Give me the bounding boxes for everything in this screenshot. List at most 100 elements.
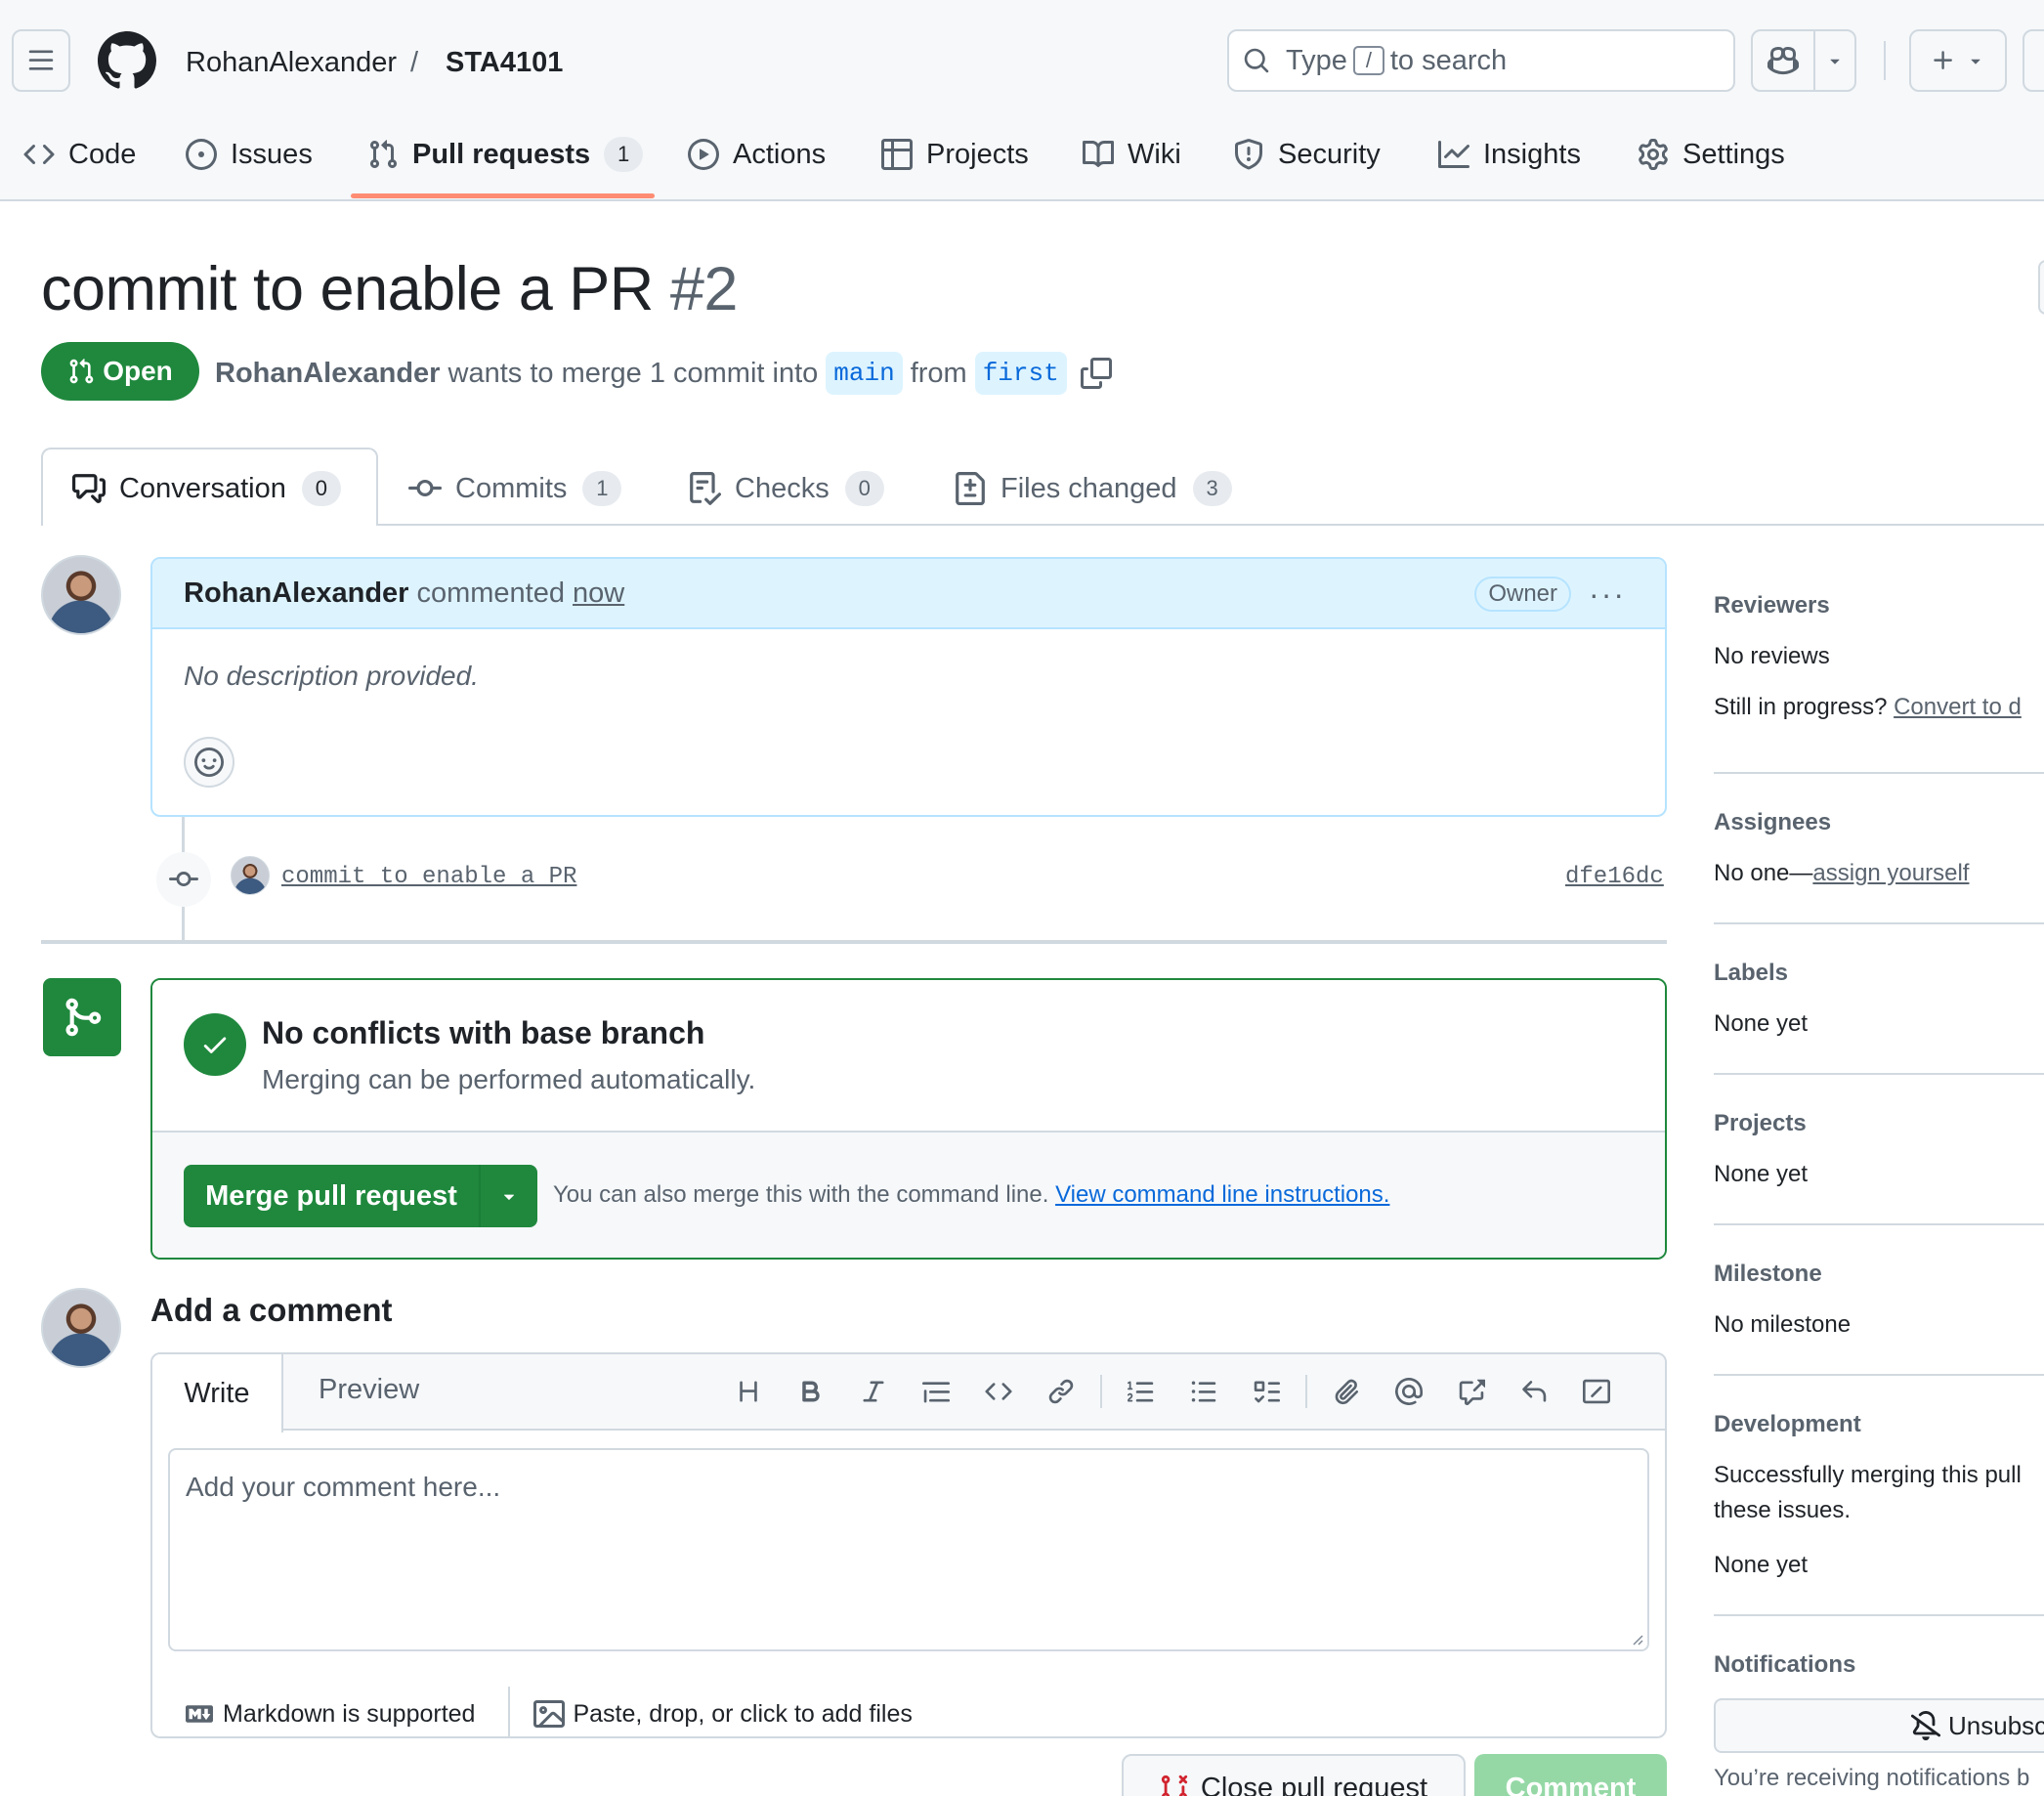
assignees-none: No one— — [1714, 860, 1813, 886]
saved-reply-button[interactable] — [1503, 1372, 1565, 1411]
pr-number: #2 — [669, 255, 739, 323]
code-button[interactable] — [967, 1372, 1030, 1411]
assign-yourself-link[interactable]: assign yourself — [1812, 860, 1969, 886]
tab-insights[interactable]: Insights — [1438, 127, 1581, 182]
resize-handle-icon[interactable] — [1628, 1630, 1643, 1646]
menu-button[interactable] — [12, 29, 70, 92]
tab-wiki-label: Wiki — [1128, 138, 1181, 170]
link-button[interactable] — [1030, 1372, 1092, 1411]
base-branch[interactable]: main — [826, 352, 903, 395]
breadcrumb-owner[interactable]: RohanAlexander — [186, 43, 397, 82]
create-new-button[interactable] — [1909, 29, 2007, 92]
development-text-line1: Successfully merging this pull — [1714, 1462, 2022, 1488]
copilot-icon — [1767, 46, 1799, 75]
comment-timestamp[interactable]: now — [573, 577, 624, 610]
merge-method-dropdown[interactable] — [479, 1165, 537, 1227]
triangle-down-icon — [1971, 59, 1980, 64]
tab-settings[interactable]: Settings — [1638, 127, 1785, 182]
commit-timeline-badge — [156, 852, 211, 907]
tab-conversation-label: Conversation — [119, 472, 286, 504]
reference-button[interactable] — [1440, 1372, 1503, 1411]
tab-projects[interactable]: Projects — [881, 127, 1029, 182]
tab-commits-label: Commits — [455, 472, 568, 504]
tab-preview[interactable]: Preview — [319, 1374, 419, 1406]
search-prefix: Type — [1286, 44, 1347, 76]
tab-files-changed[interactable]: Files changed 3 — [954, 467, 1232, 510]
tab-code[interactable]: Code — [23, 127, 136, 182]
slash-command-button[interactable] — [1565, 1372, 1628, 1411]
reviewers-heading[interactable]: Reviewers — [1714, 592, 1830, 620]
tab-checks-label: Checks — [735, 472, 830, 504]
unsubscribe-button[interactable]: Unsubsc — [1714, 1698, 2044, 1753]
tab-issues[interactable]: Issues — [186, 127, 313, 182]
issues-button[interactable] — [2023, 29, 2044, 92]
sidebar-divider — [1714, 1223, 2044, 1225]
tab-actions-label: Actions — [733, 138, 827, 170]
pr-author-link[interactable]: RohanAlexander — [215, 354, 440, 393]
smiley-icon — [194, 748, 224, 777]
comment-textarea[interactable]: Add your comment here... — [168, 1448, 1649, 1651]
gear-icon — [1639, 139, 1668, 170]
markdown-supported-link[interactable]: Markdown is supported — [223, 1700, 475, 1729]
edit-title-button[interactable] — [2038, 260, 2044, 315]
task-list-button[interactable] — [1235, 1372, 1298, 1411]
avatar[interactable] — [41, 1288, 121, 1368]
add-reaction-button[interactable] — [184, 737, 234, 788]
milestone-heading[interactable]: Milestone — [1714, 1261, 1822, 1288]
convert-to-draft-link[interactable]: Convert to d — [1894, 694, 2022, 720]
projects-heading[interactable]: Projects — [1714, 1110, 1807, 1137]
attach-button[interactable] — [1315, 1372, 1378, 1411]
tab-actions[interactable]: Actions — [688, 127, 826, 182]
numbered-list-button[interactable] — [1110, 1372, 1172, 1411]
mention-button[interactable] — [1378, 1372, 1440, 1411]
bell-slash-icon — [1911, 1711, 1940, 1740]
bulleted-list-button[interactable] — [1172, 1372, 1235, 1411]
sidebar-divider — [1714, 922, 2044, 924]
tab-checks[interactable]: Checks 0 — [688, 467, 884, 510]
avatar[interactable] — [41, 555, 121, 635]
commit-message-link[interactable]: commit to enable a PR — [281, 864, 576, 890]
bold-button[interactable] — [780, 1372, 842, 1411]
reviewers-gear-icon[interactable] — [2032, 590, 2044, 620]
add-files-hint[interactable]: Paste, drop, or click to add files — [573, 1700, 912, 1729]
sidebar-divider — [1714, 1073, 2044, 1075]
github-logo-icon[interactable] — [98, 31, 156, 90]
heading-button[interactable] — [717, 1372, 780, 1411]
list-ordered-icon — [1128, 1381, 1154, 1402]
tab-write[interactable]: Write — [152, 1354, 283, 1433]
tab-files-changed-label: Files changed — [1001, 472, 1177, 504]
head-branch[interactable]: first — [974, 352, 1067, 395]
italic-button[interactable] — [842, 1372, 905, 1411]
command-line-instructions-link[interactable]: View command line instructions. — [1055, 1181, 1389, 1208]
merge-status-subtext: Merging can be performed automatically. — [262, 1064, 756, 1094]
pr-meta: RohanAlexander wants to merge 1 commit i… — [215, 352, 1112, 395]
comment-author[interactable]: RohanAlexander — [184, 577, 408, 610]
list-unordered-icon — [1191, 1381, 1216, 1402]
breadcrumb-repo[interactable]: STA4101 — [446, 43, 563, 82]
tab-wiki[interactable]: Wiki — [1083, 127, 1181, 182]
comment-options-icon[interactable]: ··· — [1589, 578, 1626, 610]
commits-count: 1 — [582, 471, 622, 506]
tab-commits[interactable]: Commits 1 — [408, 467, 622, 510]
assignees-heading[interactable]: Assignees — [1714, 809, 1831, 836]
comment-submit-button[interactable]: Comment — [1474, 1754, 1667, 1796]
tab-pull-requests[interactable]: Pull requests 1 — [367, 127, 644, 182]
quote-button[interactable] — [905, 1372, 967, 1411]
copilot-dropdown-button[interactable] — [1813, 29, 1856, 92]
git-commit-icon — [408, 479, 442, 496]
close-pull-request-button[interactable]: Close pull request — [1122, 1754, 1466, 1796]
commit-author-avatar[interactable] — [231, 856, 270, 895]
search-input[interactable]: Type / to search — [1227, 29, 1735, 92]
copy-icon[interactable] — [1080, 358, 1112, 389]
development-heading[interactable]: Development — [1714, 1411, 1861, 1438]
tab-conversation[interactable]: Conversation 0 — [72, 467, 341, 510]
copilot-button[interactable] — [1751, 29, 1815, 92]
merge-pull-request-button[interactable]: Merge pull request — [184, 1165, 537, 1227]
tab-security[interactable]: Security — [1233, 127, 1381, 182]
from-word: from — [910, 358, 967, 389]
commit-sha-link[interactable]: dfe16dc — [1565, 864, 1664, 890]
file-diff-icon — [956, 472, 985, 505]
milestone-value: No milestone — [1714, 1311, 1852, 1338]
labels-heading[interactable]: Labels — [1714, 960, 1788, 987]
comment-header: RohanAlexander commented now Owner ··· — [152, 559, 1665, 629]
